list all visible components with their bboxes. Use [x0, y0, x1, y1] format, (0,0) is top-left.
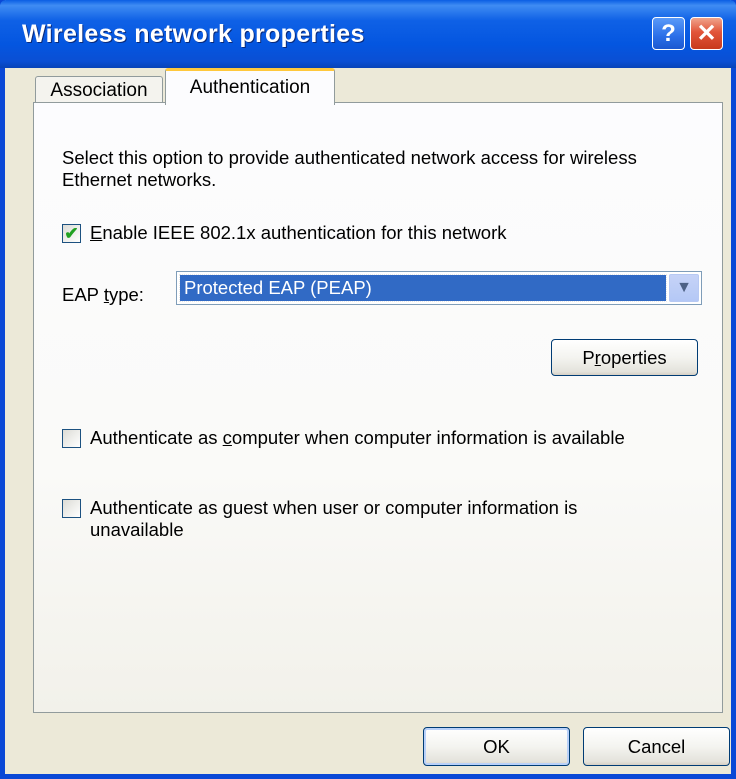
checkmark-icon: ✔ — [64, 224, 79, 243]
help-button[interactable]: ? — [652, 17, 685, 50]
chevron-down-icon: ▼ — [676, 279, 692, 296]
enable-8021x-label[interactable]: Enable IEEE 802.1x authentication for th… — [90, 222, 507, 244]
close-icon: ✕ — [696, 20, 717, 47]
description-text: Select this option to provide authentica… — [62, 147, 637, 190]
ok-button-label: OK — [483, 735, 510, 757]
cancel-button[interactable]: Cancel — [583, 727, 730, 766]
ok-button[interactable]: OK — [423, 727, 570, 766]
dialog-window: Wireless network properties ? ✕ Associat… — [0, 0, 736, 779]
enable-8021x-checkbox[interactable]: ✔ — [62, 224, 81, 243]
cancel-button-label: Cancel — [627, 735, 686, 757]
tab-association[interactable]: Association — [35, 76, 163, 104]
auth-as-computer-checkbox[interactable] — [62, 429, 81, 448]
tab-association-label: Association — [50, 79, 148, 101]
window-title: Wireless network properties — [22, 20, 365, 48]
auth-as-guest-label[interactable]: Authenticate as guest when user or compu… — [90, 497, 690, 541]
eap-type-select[interactable]: Protected EAP (PEAP) ▼ — [176, 271, 702, 305]
properties-button[interactable]: Properties — [551, 339, 698, 376]
question-mark-icon: ? — [661, 19, 676, 47]
authentication-panel: Select this option to provide authentica… — [33, 102, 723, 713]
auth-as-guest-checkbox[interactable] — [62, 499, 81, 518]
eap-type-label: EAP type: — [62, 284, 144, 305]
auth-as-computer-label[interactable]: Authenticate as computer when computer i… — [90, 427, 625, 449]
properties-button-label: Properties — [582, 346, 667, 368]
dropdown-arrow-button[interactable]: ▼ — [669, 274, 699, 302]
tab-authentication-label: Authentication — [189, 77, 311, 98]
close-button[interactable]: ✕ — [690, 17, 723, 50]
tab-authentication[interactable]: Authentication — [165, 68, 335, 105]
title-bar[interactable]: Wireless network properties ? ✕ — [0, 0, 736, 68]
eap-type-value: Protected EAP (PEAP) — [179, 274, 667, 302]
